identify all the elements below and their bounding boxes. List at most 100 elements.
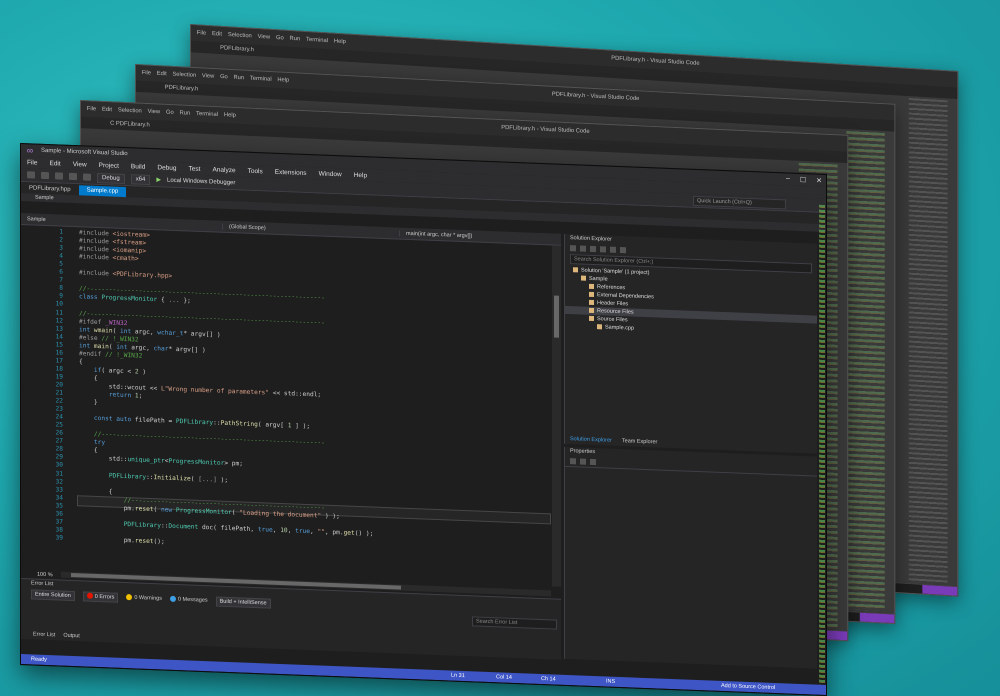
- menu-item-file[interactable]: File: [27, 159, 37, 166]
- menu-item-edit[interactable]: Edit: [212, 31, 222, 37]
- code-area[interactable]: 1 #include <iostream> 2 #include <fstream> 3…: [21, 225, 551, 586]
- errors-filter-button[interactable]: 0 Errors: [82, 590, 119, 603]
- menu-item-selection[interactable]: Selection: [228, 32, 252, 39]
- build-filter-dropdown[interactable]: Build + IntelliSense: [215, 596, 271, 609]
- error-scope-dropdown[interactable]: Entire Solution: [31, 588, 75, 601]
- forward-icon[interactable]: [41, 171, 49, 180]
- error-list-search[interactable]: Search Error List: [472, 616, 557, 630]
- menu-item-terminal[interactable]: Terminal: [196, 111, 218, 118]
- warning-icon: [126, 594, 133, 601]
- status-line[interactable]: Ln 31: [451, 673, 465, 680]
- vertical-scrollbar[interactable]: [552, 245, 561, 587]
- menu-item-test[interactable]: Test: [189, 165, 201, 172]
- line-number: 39: [55, 534, 63, 542]
- menu-item-help[interactable]: Help: [354, 171, 367, 179]
- save-icon[interactable]: [69, 172, 77, 181]
- menu-item-run[interactable]: Run: [290, 36, 301, 42]
- configuration-dropdown[interactable]: Debug: [97, 172, 125, 184]
- messages-filter-button[interactable]: 0 Messages: [169, 596, 208, 604]
- close-icon[interactable]: ✕: [816, 177, 822, 185]
- properties-icon[interactable]: [610, 246, 616, 253]
- menu-item-tools[interactable]: Tools: [248, 167, 263, 175]
- code-line[interactable]: {: [79, 447, 98, 454]
- code-line[interactable]: const auto filePath = PDFLibrary::PathSt…: [79, 414, 310, 430]
- code-line[interactable]: std::unique_ptr<ProgressMonitor> pm;: [79, 455, 243, 468]
- menu-item-view[interactable]: View: [202, 73, 214, 79]
- code-line[interactable]: pm.reset();: [79, 535, 165, 546]
- code-line[interactable]: PDFLibrary::Initialize( [...] );: [79, 471, 228, 484]
- alphabetical-icon[interactable]: [580, 458, 586, 465]
- folder-icon: [589, 315, 594, 322]
- add-to-source-control-button[interactable]: Add to Source Control: [721, 683, 775, 691]
- quick-launch-input[interactable]: Quick Launch (Ctrl+Q): [693, 195, 786, 209]
- status-column[interactable]: Col 14: [496, 674, 512, 681]
- code-editor[interactable]: Sample (Global Scope) main(int argc, cha…: [21, 213, 561, 599]
- menu-item-help[interactable]: Help: [277, 77, 289, 83]
- refresh-icon[interactable]: [580, 245, 586, 252]
- code-line[interactable]: {: [79, 487, 113, 495]
- maximize-icon[interactable]: ☐: [800, 176, 806, 184]
- wrench-icon[interactable]: [620, 246, 626, 253]
- status-char[interactable]: Ch 14: [541, 676, 556, 683]
- menu-item-view[interactable]: View: [258, 34, 271, 41]
- menu-item-build[interactable]: Build: [131, 163, 145, 171]
- menu-item-go[interactable]: Go: [276, 35, 284, 41]
- wrench-icon[interactable]: [590, 458, 596, 466]
- menu-item-file[interactable]: File: [142, 70, 151, 76]
- menu-item-edit[interactable]: Edit: [49, 160, 60, 167]
- undo-icon[interactable]: [83, 173, 91, 181]
- menu-item-selection[interactable]: Selection: [172, 72, 196, 79]
- code-line[interactable]: }: [79, 398, 98, 406]
- tab-output[interactable]: Output: [63, 633, 80, 640]
- collapse-icon[interactable]: [590, 245, 596, 252]
- code-minimap[interactable]: [819, 204, 825, 685]
- start-debug-icon[interactable]: ▶: [156, 176, 161, 183]
- menu-item-run[interactable]: Run: [234, 75, 245, 81]
- warnings-filter-button[interactable]: 0 Warnings: [126, 594, 162, 602]
- menu-item-go[interactable]: Go: [166, 110, 174, 116]
- minimize-icon[interactable]: –: [786, 175, 790, 183]
- code-line[interactable]: {: [79, 374, 98, 382]
- code-line[interactable]: try: [79, 439, 105, 446]
- menu-item-project[interactable]: Project: [99, 162, 119, 170]
- menu-item-debug[interactable]: Debug: [157, 164, 176, 172]
- menu-item-view[interactable]: View: [148, 109, 161, 115]
- menu-item-edit[interactable]: Edit: [102, 107, 112, 113]
- menu-item-extensions[interactable]: Extensions: [275, 168, 307, 176]
- home-icon[interactable]: [570, 244, 576, 251]
- menu-item-run[interactable]: Run: [180, 110, 191, 116]
- status-ready: Ready: [31, 656, 47, 664]
- menu-item-view[interactable]: View: [73, 161, 87, 169]
- menu-item-file[interactable]: File: [87, 106, 96, 112]
- menu-item-terminal[interactable]: Terminal: [306, 37, 328, 44]
- menu-item-help[interactable]: Help: [224, 112, 236, 118]
- menu-item-terminal[interactable]: Terminal: [250, 76, 272, 83]
- menu-item-help[interactable]: Help: [334, 39, 346, 46]
- menu-item-window[interactable]: Window: [319, 170, 342, 178]
- code-line[interactable]: #include <PDFLibrary.hpp>: [79, 270, 172, 281]
- code-line[interactable]: {: [79, 358, 83, 365]
- menu-item-selection[interactable]: Selection: [118, 108, 142, 115]
- menu-item-file[interactable]: File: [197, 30, 206, 36]
- code-line[interactable]: //--------------------------------------…: [79, 431, 325, 447]
- status-insert-mode[interactable]: INS: [606, 679, 615, 685]
- tab-error-list[interactable]: Error List: [33, 631, 55, 638]
- menu-item-analyze[interactable]: Analyze: [212, 166, 235, 174]
- new-file-icon[interactable]: [55, 172, 63, 180]
- tab-solution-explorer[interactable]: Solution Explorer: [570, 436, 612, 444]
- start-debug-button[interactable]: Local Windows Debugger: [167, 177, 235, 186]
- platform-dropdown[interactable]: x64: [130, 173, 151, 185]
- menu-item-edit[interactable]: Edit: [157, 71, 167, 77]
- window-controls: – ☐ ✕: [786, 175, 822, 184]
- show-all-files-icon[interactable]: [600, 245, 606, 253]
- code-line[interactable]: #endif // !_WIN32: [79, 350, 142, 359]
- code-line[interactable]: #include <cmath>: [79, 253, 139, 262]
- tab-sample-cpp[interactable]: Sample.cpp: [78, 185, 127, 198]
- categorized-icon[interactable]: [570, 458, 576, 465]
- zoom-level[interactable]: 100 %: [37, 572, 53, 579]
- code-line[interactable]: PDFLibrary::Document doc( filePath, true…: [79, 519, 374, 538]
- menu-item-go[interactable]: Go: [220, 74, 228, 80]
- back-icon[interactable]: [27, 171, 35, 179]
- member-dropdown[interactable]: main(int argc, char * argv[]): [399, 230, 473, 239]
- tab-team-explorer[interactable]: Team Explorer: [622, 438, 657, 445]
